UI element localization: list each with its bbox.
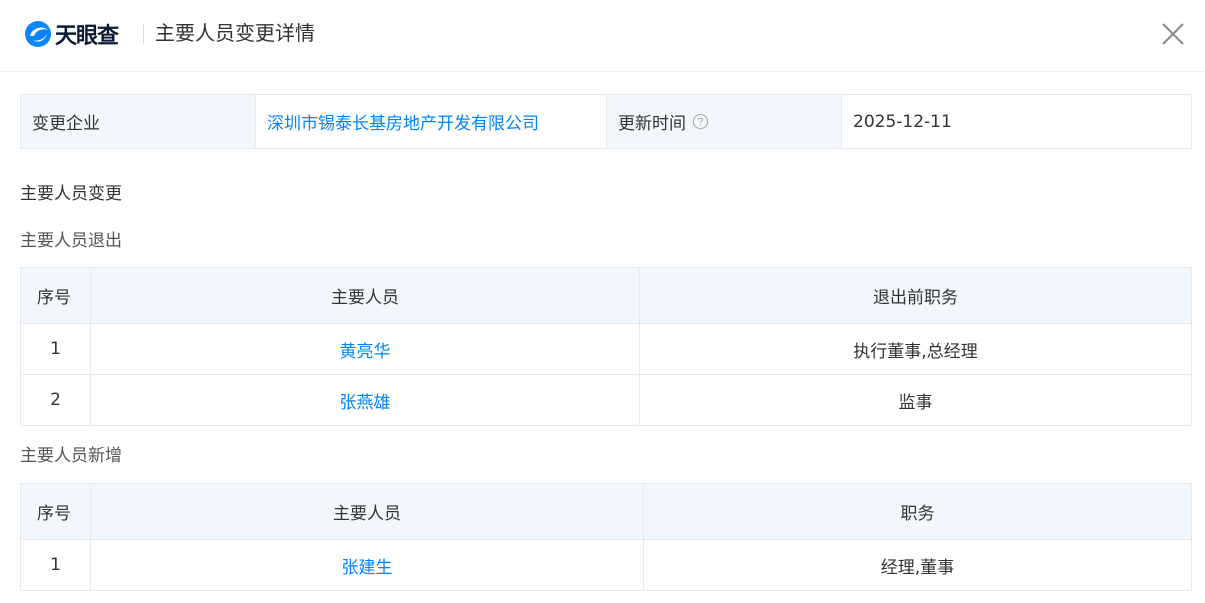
- exit-section-title: 主要人员退出: [20, 231, 122, 251]
- column-header-position: 退出前职务: [639, 267, 1192, 324]
- row-index: 2: [20, 374, 91, 426]
- table-row: 2 张燕雄 监事: [20, 374, 1192, 426]
- column-header-person: 主要人员: [90, 267, 640, 324]
- row-index: 1: [20, 539, 91, 591]
- section-title: 主要人员变更: [20, 184, 122, 204]
- added-table: 序号 主要人员 职务 1 张建生 经理,董事: [20, 483, 1192, 591]
- person-cell: 张燕雄: [90, 374, 640, 426]
- header-divider: [143, 24, 144, 44]
- position-cell: 监事: [639, 374, 1192, 426]
- company-name-link[interactable]: 深圳市锡泰长基房地产开发有限公司: [267, 109, 539, 134]
- logo-mark-icon: [25, 21, 51, 47]
- added-section-title: 主要人员新增: [20, 446, 122, 466]
- position-cell: 经理,董事: [643, 539, 1192, 591]
- update-time-value: 2025-12-11: [853, 111, 952, 132]
- company-label: 变更企业: [21, 95, 256, 148]
- logo-text: 天眼查: [55, 24, 119, 49]
- close-icon[interactable]: [1159, 20, 1187, 48]
- company-info-table: 变更企业 深圳市锡泰长基房地产开发有限公司 更新时间 2025-12-11: [20, 94, 1192, 149]
- person-cell: 张建生: [90, 539, 644, 591]
- tianyancha-logo: 天眼查: [24, 20, 119, 49]
- column-header-person: 主要人员: [90, 483, 644, 540]
- exit-table-header: 序号 主要人员 退出前职务: [20, 267, 1192, 324]
- person-link[interactable]: 黄亮华: [340, 342, 391, 362]
- column-header-position: 职务: [643, 483, 1192, 540]
- update-time-label: 更新时间: [618, 114, 686, 134]
- exit-table: 序号 主要人员 退出前职务 1 黄亮华 执行董事,总经理 2 张燕雄 监事: [20, 267, 1192, 426]
- column-header-index: 序号: [20, 483, 91, 540]
- dialog-header: 天眼查 主要人员变更详情: [0, 0, 1205, 72]
- position-cell: 执行董事,总经理: [639, 323, 1192, 375]
- company-name-cell: 深圳市锡泰长基房地产开发有限公司: [256, 95, 607, 148]
- person-link[interactable]: 张燕雄: [340, 393, 391, 413]
- person-link[interactable]: 张建生: [342, 558, 393, 578]
- row-index: 1: [20, 323, 91, 375]
- column-header-index: 序号: [20, 267, 91, 324]
- dialog-title: 主要人员变更详情: [155, 21, 315, 45]
- added-table-header: 序号 主要人员 职务: [20, 483, 1192, 540]
- update-time-label-cell: 更新时间: [607, 95, 842, 148]
- table-row: 1 张建生 经理,董事: [20, 539, 1192, 591]
- question-circle-icon[interactable]: [692, 113, 709, 130]
- table-row: 1 黄亮华 执行董事,总经理: [20, 323, 1192, 375]
- person-cell: 黄亮华: [90, 323, 640, 375]
